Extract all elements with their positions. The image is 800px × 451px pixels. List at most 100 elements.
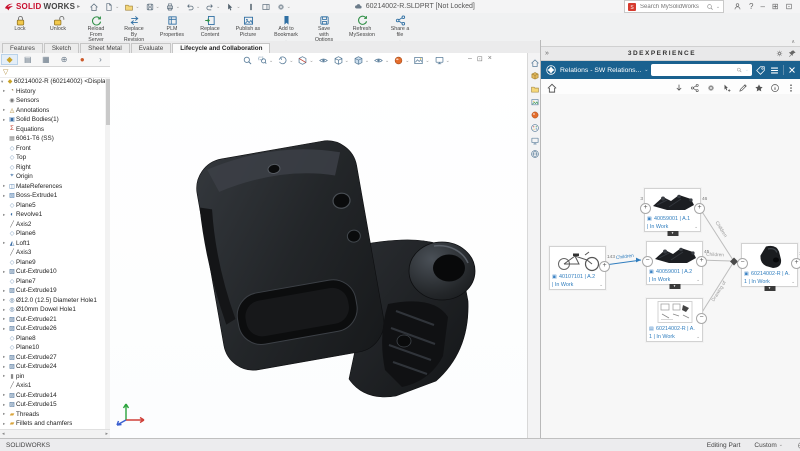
commandmanager-tab[interactable]: Lifecycle and Collaboration xyxy=(172,43,271,53)
commandmanager-tab[interactable]: Sketch xyxy=(43,43,80,53)
node-40059001-a1[interactable]: 40059001 | A.1 | In Work +3 +46 xyxy=(640,188,707,236)
task-pane-toggle[interactable] xyxy=(261,2,271,12)
tree-item[interactable]: Plane7 xyxy=(0,277,105,287)
node-expand-tab[interactable] xyxy=(669,284,680,289)
3dexperience-compass-icon[interactable] xyxy=(545,64,557,76)
select-button[interactable]: ⌄ xyxy=(225,2,241,12)
dimxpertmanager-tab[interactable]: ⊕ xyxy=(56,54,73,65)
tree-item[interactable]: Axis1 xyxy=(0,381,105,391)
undo-button[interactable]: ⌄ xyxy=(185,2,200,12)
share-a-file[interactable]: Share a file ⌄ xyxy=(384,14,416,44)
node-60214002-part[interactable]: 60214002-R | A. 1 | In Work − +1 xyxy=(737,243,800,291)
node-expand-right-button[interactable]: +45 xyxy=(696,250,709,267)
configurationmanager-tab[interactable]: ▦ xyxy=(37,54,54,65)
commandmanager-tab[interactable]: Features xyxy=(2,43,43,53)
tree-item[interactable]: ▸ Cut-Extrude15 xyxy=(0,400,105,410)
widget-search-caret[interactable]: ⌄ xyxy=(745,67,749,73)
tree-item[interactable]: Front xyxy=(0,144,105,154)
taskpane-file-explorer[interactable] xyxy=(530,136,540,146)
reload-from-server[interactable]: Reload From Server xyxy=(80,14,112,44)
share[interactable] xyxy=(690,83,700,93)
tree-item[interactable]: ▸ Ø10mm Dowel Hole1 xyxy=(0,305,105,315)
tree-item[interactable]: ▸ Cut-Extrude24 xyxy=(0,362,105,372)
taskpane-3dexperience-marketplace[interactable] xyxy=(530,149,540,159)
tree-item[interactable]: ▸ Threads xyxy=(0,410,105,420)
node-expand-left-button[interactable]: +3 xyxy=(640,197,651,214)
tree-item[interactable]: Plane6 xyxy=(0,229,105,239)
plm-properties[interactable]: PLM Properties xyxy=(156,14,188,38)
minimize-button[interactable]: – xyxy=(760,2,764,11)
tree-item[interactable]: ▸ History xyxy=(0,87,105,97)
widget-search-box[interactable]: ⌄ xyxy=(651,64,752,76)
tree-horizontal-scrollbar[interactable]: ◂ ▸ xyxy=(0,429,110,438)
search-scope-caret[interactable]: ⌄ xyxy=(716,4,720,10)
widget-title[interactable]: Relations - SW Relations... xyxy=(560,67,641,74)
home-button[interactable] xyxy=(89,2,99,12)
node-expand-right-button[interactable]: +1 xyxy=(791,252,800,269)
tree-item[interactable]: ▸ Cut-Extrude21 xyxy=(0,315,105,325)
tree-item[interactable]: ▸ Cut-Extrude10 xyxy=(0,267,105,277)
open-button[interactable]: ⌄ xyxy=(124,2,140,12)
tree-item[interactable]: ▸ Boss-Extrude1 xyxy=(0,191,105,201)
scroll-left-arrow[interactable]: ◂ xyxy=(2,431,5,437)
scroll-right-arrow[interactable]: ▸ xyxy=(105,431,108,437)
tree-item[interactable]: Sensors xyxy=(0,96,105,106)
settings[interactable] xyxy=(706,83,716,93)
search-icon[interactable] xyxy=(706,3,714,11)
widget-search-input[interactable] xyxy=(654,66,735,74)
fm-tabs-overflow[interactable]: › xyxy=(92,54,109,65)
replace-content[interactable]: Replace Content xyxy=(194,14,226,38)
print-button[interactable]: ⌄ xyxy=(165,2,180,12)
publish-as-picture[interactable]: Publish as Picture ⌄ xyxy=(232,14,264,44)
refresh-mysession[interactable]: Refresh MySession xyxy=(346,14,378,38)
collapse-up-arrow[interactable]: ∧ xyxy=(791,39,795,45)
selection-filter-button[interactable] xyxy=(246,2,256,12)
tree-item[interactable]: ▸ Ø12.0 (12.5) Diameter Hole1 xyxy=(0,296,105,306)
tree-item[interactable]: ▸ Fillets and chamfers xyxy=(0,419,105,429)
taskpane-design-library[interactable] xyxy=(530,84,540,94)
restore-button[interactable]: ⊡ xyxy=(786,2,793,11)
graphics-viewport[interactable]: ⌄ ⌄ ⌄ ⌄ ⌄ ⌄ ⌄ ⌄ ⌄ – ⊡ × xyxy=(110,53,527,438)
tree-item[interactable]: Right xyxy=(0,163,105,173)
node-chevron-icon[interactable] xyxy=(696,277,700,283)
tree-item[interactable]: Plane10 xyxy=(0,343,105,353)
lock[interactable]: Lock xyxy=(4,14,36,33)
commandmanager-tab[interactable]: Evaluate xyxy=(130,43,172,53)
taskpane-solidworks-resources[interactable] xyxy=(530,71,540,81)
displaymanager-tab[interactable]: ● xyxy=(74,54,91,65)
favorites[interactable] xyxy=(754,83,764,93)
tree-item[interactable]: Plane5 xyxy=(0,201,105,211)
panel-pin-icon[interactable] xyxy=(788,49,797,58)
replace-by-revision[interactable]: Replace By Revision xyxy=(118,14,150,44)
node-chevron-icon[interactable] xyxy=(599,282,603,288)
widget-menu-icon[interactable] xyxy=(769,65,780,76)
node-expand-right-button[interactable]: − xyxy=(696,313,707,324)
window-layout-button[interactable]: ⊞ xyxy=(772,2,779,11)
widget-title-caret[interactable]: ⌄ xyxy=(644,67,648,73)
search-input[interactable] xyxy=(638,2,704,11)
config-caret-icon[interactable]: ⌄ xyxy=(779,442,783,448)
tree-item[interactable]: Plane8 xyxy=(0,334,105,344)
part-3d-model[interactable] xyxy=(110,53,527,438)
selection-mode[interactable] xyxy=(722,83,732,93)
tree-item[interactable]: Equations xyxy=(0,125,105,135)
edit[interactable] xyxy=(738,83,748,93)
help-button[interactable]: ? xyxy=(749,2,753,11)
tree-item[interactable]: Top xyxy=(0,153,105,163)
node-chevron-icon[interactable] xyxy=(694,224,698,230)
tree-item[interactable]: ▸ Annotations xyxy=(0,106,105,116)
information[interactable] xyxy=(770,83,780,93)
node-60214002-drawing[interactable]: 60214002-R | A. 1 | In Work − xyxy=(646,298,707,342)
node-chevron-icon[interactable] xyxy=(696,334,700,340)
user-profile-icon[interactable] xyxy=(733,2,742,11)
node-40059001-a2[interactable]: 40059001 | A.2 | In Work − +45 xyxy=(642,241,709,289)
tree-item[interactable]: ▸ Loft1 xyxy=(0,239,105,249)
tree-item[interactable]: ▸ pin xyxy=(0,372,105,382)
node-40107101-a2[interactable]: 40107101 | A.2 | In Work +143 xyxy=(549,246,615,290)
node-expand-right-button[interactable]: +143 xyxy=(599,255,615,272)
node-expand-tab[interactable] xyxy=(667,231,678,236)
panel-settings-icon[interactable] xyxy=(775,49,784,58)
redo-button[interactable]: ⌄ xyxy=(205,2,220,12)
tree-item[interactable]: ▸ Cut-Extrude26 xyxy=(0,324,105,334)
graph-home-icon[interactable] xyxy=(546,82,558,94)
